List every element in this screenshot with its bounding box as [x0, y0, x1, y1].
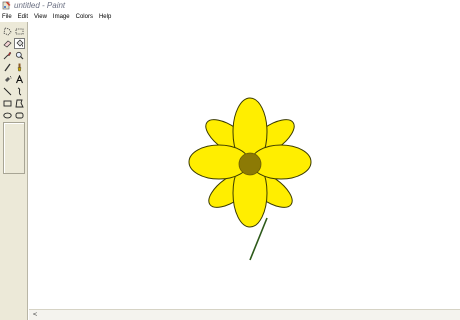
menu-help[interactable]: Help	[99, 12, 111, 22]
menu-bar: File Edit View Image Colors Help	[0, 11, 460, 22]
brush-icon	[17, 63, 22, 72]
menu-colors[interactable]: Colors	[76, 12, 93, 22]
rectangle-icon	[3, 100, 12, 107]
eraser-icon	[3, 40, 12, 48]
brush-tool[interactable]	[14, 62, 25, 73]
pencil-tool[interactable]	[2, 62, 13, 73]
free-form-select-tool[interactable]	[2, 26, 13, 37]
eraser-tool[interactable]	[2, 38, 13, 49]
polygon-tool[interactable]	[14, 98, 25, 109]
rectangle-tool[interactable]	[2, 98, 13, 109]
paint-app-icon[interactable]	[2, 1, 11, 10]
scroll-left-icon[interactable]: <	[31, 311, 39, 319]
magnifier-tool[interactable]	[14, 50, 25, 61]
curve-tool[interactable]	[14, 86, 25, 97]
free-form-select-icon	[3, 27, 12, 36]
pencil-icon	[4, 63, 11, 72]
tool-options-box[interactable]	[3, 122, 25, 174]
pick-color-icon	[3, 51, 12, 60]
menu-image[interactable]: Image	[53, 12, 70, 22]
pick-color-tool[interactable]	[2, 50, 13, 61]
rounded-rectangle-icon	[15, 112, 24, 119]
menu-edit[interactable]: Edit	[18, 12, 28, 22]
fill-with-color-tool[interactable]	[14, 38, 25, 49]
flower-center	[238, 152, 262, 176]
ellipse-icon	[3, 112, 12, 119]
curve-icon	[17, 87, 22, 96]
toolbox	[0, 22, 28, 320]
menu-file[interactable]: File	[2, 12, 12, 22]
ellipse-tool[interactable]	[2, 110, 13, 121]
airbrush-icon	[5, 76, 12, 82]
drawing-canvas[interactable]	[29, 22, 460, 320]
text-tool[interactable]	[14, 74, 25, 85]
flower-drawing	[188, 97, 312, 261]
line-tool[interactable]	[2, 86, 13, 97]
select-icon	[15, 28, 24, 35]
select-tool[interactable]	[14, 26, 25, 37]
menu-view[interactable]: View	[34, 12, 47, 22]
text-icon	[15, 75, 24, 84]
airbrush-tool[interactable]	[2, 74, 13, 85]
rounded-rectangle-tool[interactable]	[14, 110, 25, 121]
fill-with-color-icon	[16, 39, 24, 47]
polygon-icon	[15, 99, 24, 108]
magnifier-icon	[15, 51, 24, 60]
horizontal-scrollbar[interactable]: <	[29, 309, 460, 320]
line-icon	[3, 87, 12, 96]
title-bar: untitled - Paint	[0, 0, 460, 11]
window-title: untitled - Paint	[14, 0, 66, 10]
